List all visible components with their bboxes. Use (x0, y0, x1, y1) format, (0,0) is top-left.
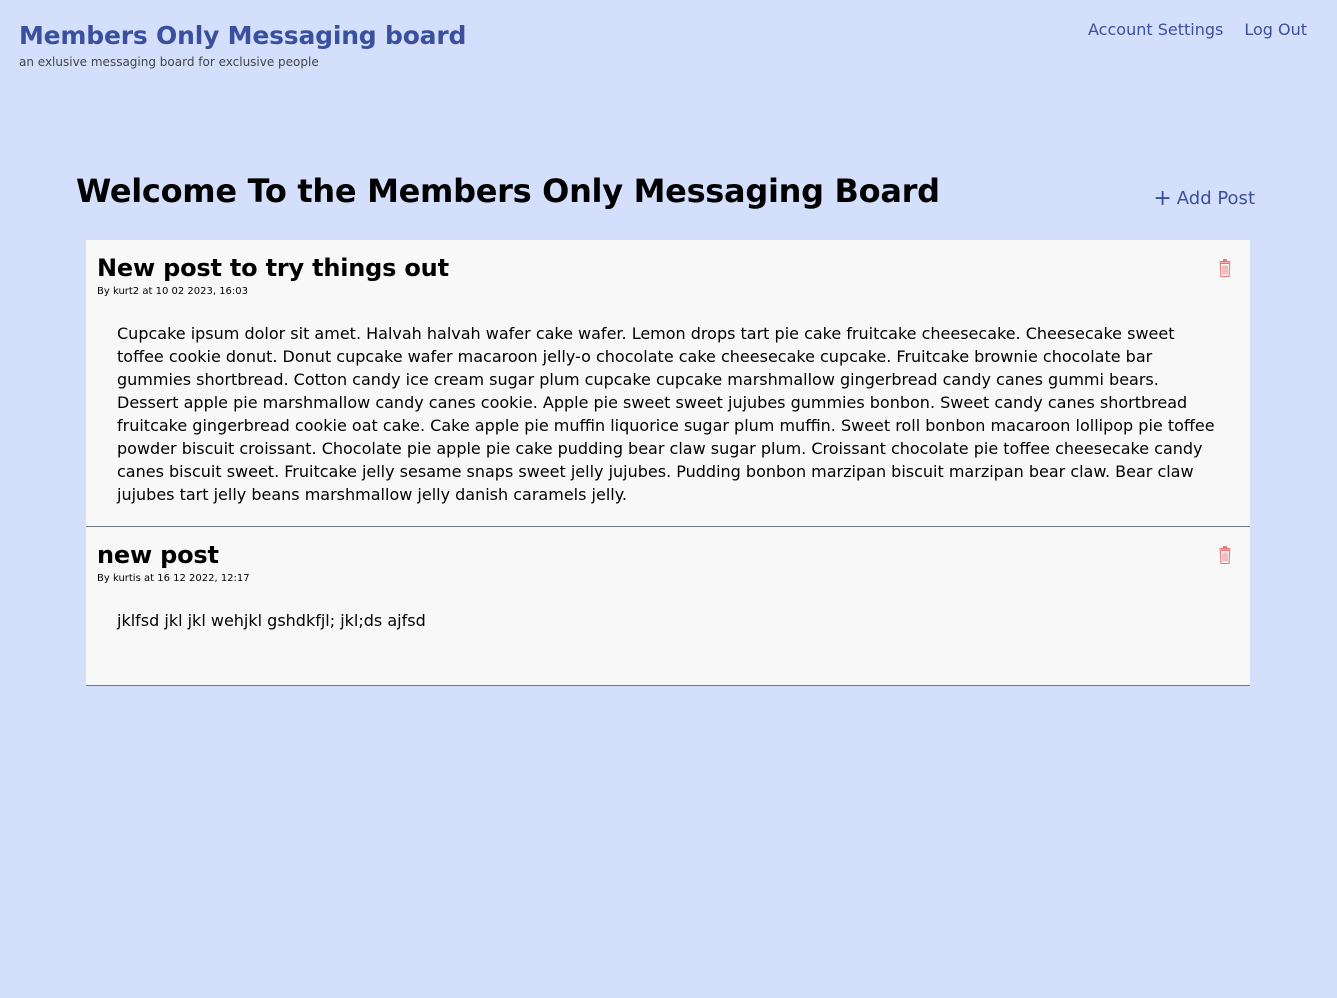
post-body: Cupcake ipsum dolor sit amet. Halvah hal… (117, 324, 1215, 504)
post-meta: By kurt2 at 10 02 2023, 16:03 (97, 286, 249, 297)
post-meta: By kurtis at 16 12 2022, 12:17 (97, 573, 250, 584)
trash-icon[interactable] (1219, 546, 1231, 564)
site-header: Members Only Messaging board an exlusive… (19, 18, 466, 69)
plus-icon: + (1153, 185, 1172, 211)
post-card: new post By kurtis at 16 12 2022, 12:17 … (86, 527, 1250, 686)
add-post-label: Add Post (1176, 188, 1255, 209)
page-heading: Welcome To the Members Only Messaging Bo… (76, 172, 940, 210)
log-out-link[interactable]: Log Out (1244, 20, 1307, 39)
post-card: New post to try things out By kurt2 at 1… (86, 240, 1250, 527)
add-post-button[interactable]: + Add Post (1153, 185, 1255, 211)
top-nav: Account Settings Log Out (1088, 20, 1307, 39)
trash-icon[interactable] (1219, 259, 1231, 277)
post-list: New post to try things out By kurt2 at 1… (86, 240, 1250, 686)
post-title: new post (97, 541, 219, 569)
account-settings-link[interactable]: Account Settings (1088, 20, 1223, 39)
post-body: jklfsd jkl jkl wehjkl gshdkfjl; jkl;ds a… (117, 611, 426, 630)
site-tagline: an exlusive messaging board for exclusiv… (19, 55, 319, 69)
site-title: Members Only Messaging board (19, 21, 467, 50)
post-title: New post to try things out (97, 254, 449, 282)
